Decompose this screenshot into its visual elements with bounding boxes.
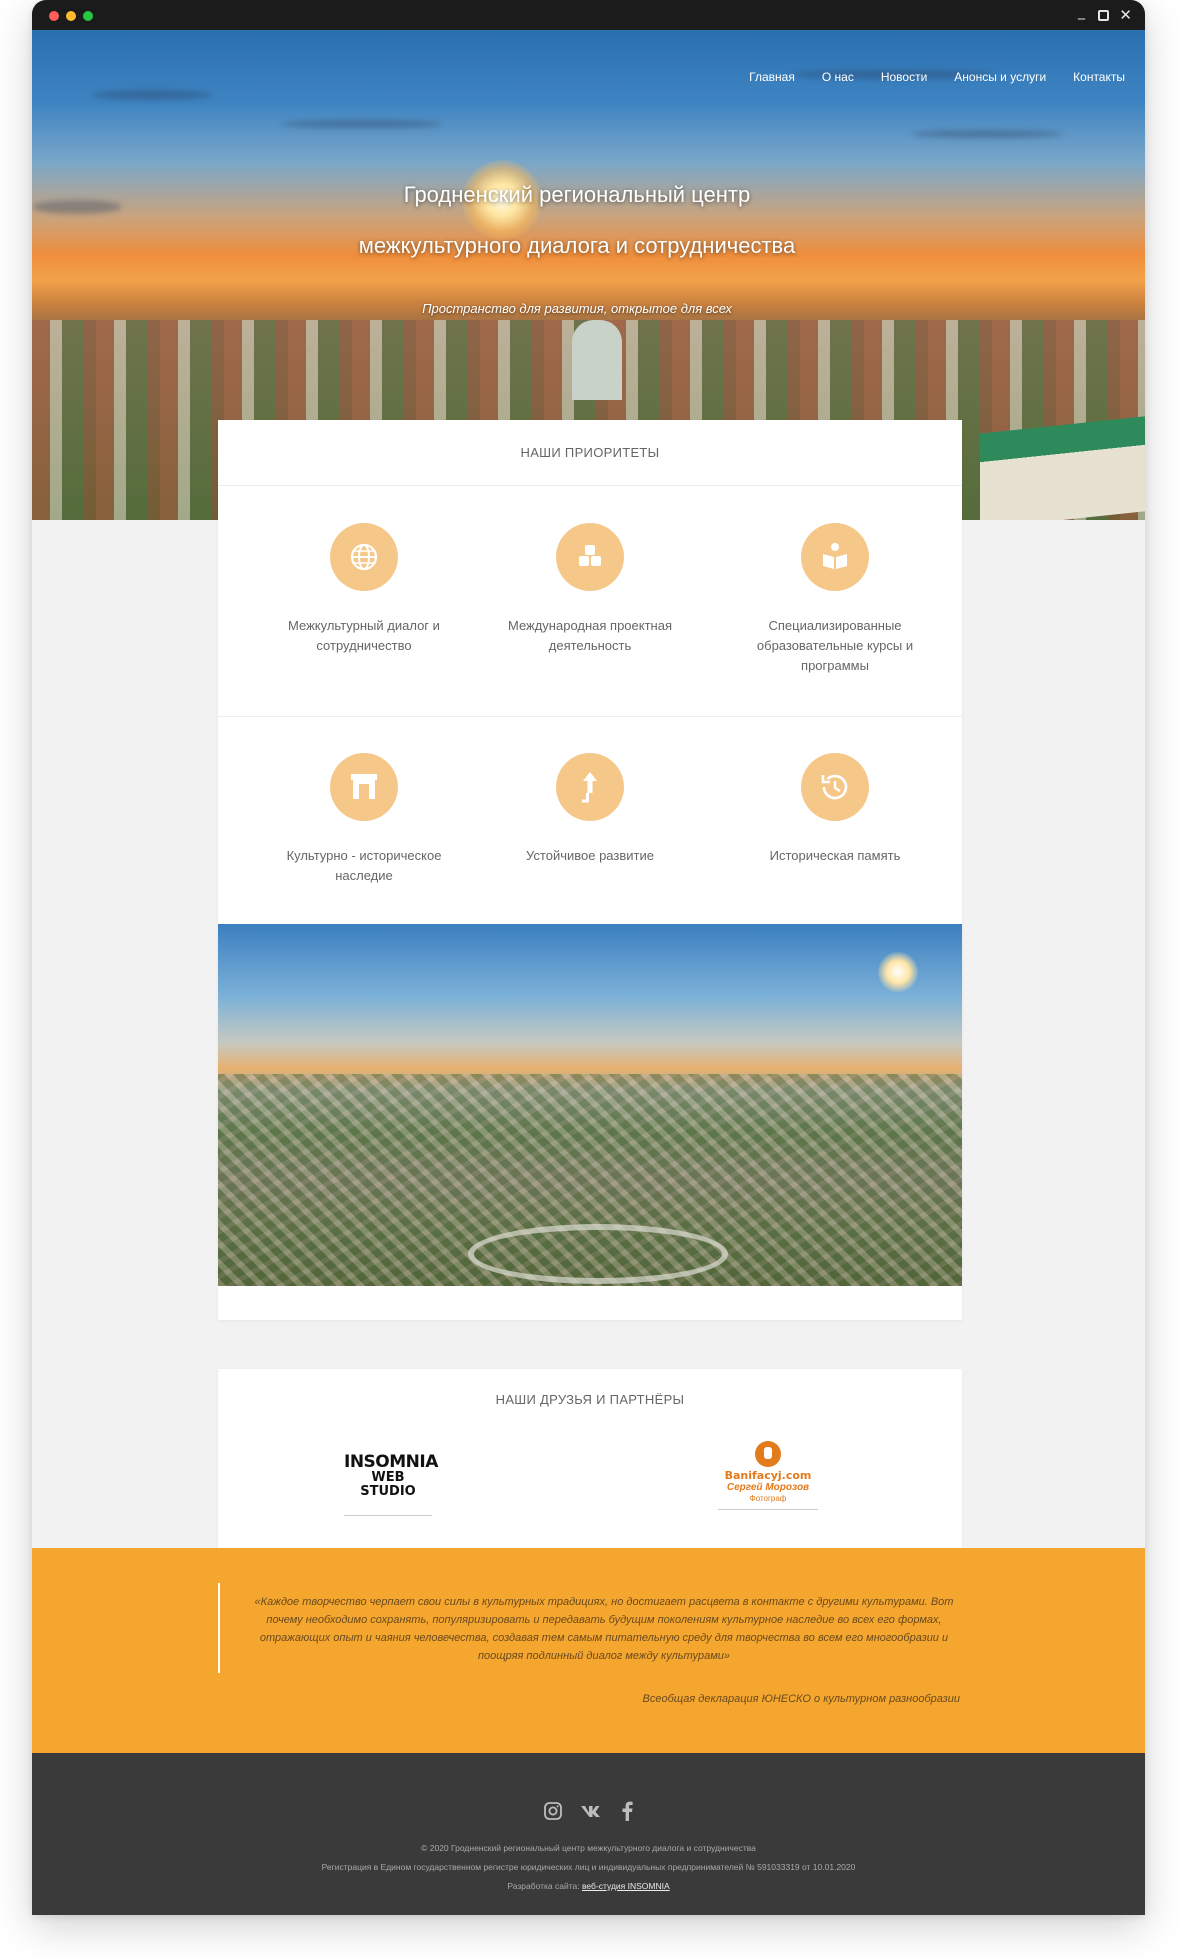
history-icon — [801, 753, 869, 821]
banifacyj-author: Сергей Морозов — [726, 1482, 810, 1493]
road-interchange — [468, 1224, 728, 1284]
priority-item[interactable]: Историческая память — [735, 717, 935, 866]
cloud — [32, 200, 122, 214]
quote-section: «Каждое творчество черпает свои силы в к… — [32, 1548, 1145, 1753]
maximize-icon[interactable] — [1098, 10, 1109, 21]
hero-subtitle: Пространство для развития, открытое для … — [422, 301, 732, 316]
hero-title-line1: Гродненский региональный центр — [403, 182, 751, 207]
insomnia-logo-line1: INSOMNIA — [344, 1452, 438, 1472]
arrow-up-icon — [556, 753, 624, 821]
priority-label: Историческая память — [769, 848, 901, 863]
nav-contacts[interactable]: Контакты — [1073, 70, 1125, 84]
globe-icon — [330, 523, 398, 591]
insomnia-logo[interactable]: INSOMNIA WEB STUDIO — [344, 1452, 438, 1516]
minimize-icon[interactable]: _ — [1078, 3, 1085, 21]
city-panorama-image — [218, 924, 962, 1286]
cathedral — [572, 320, 622, 400]
banifacyj-name: Banifacyj.com — [724, 1469, 812, 1482]
browser-window: _ ✕ Главная О нас Новости Анонсы и услуг… — [32, 0, 1145, 1915]
priority-label: Устойчивое развитие — [526, 848, 654, 863]
nav-news[interactable]: Новости — [881, 70, 927, 84]
priority-label: Международная проектная деятельность — [507, 618, 673, 653]
quote-bar — [218, 1583, 220, 1673]
nav-about[interactable]: О нас — [822, 70, 854, 84]
cloud — [92, 90, 212, 100]
priorities-row: Межкультурный диалог и сотрудничество Ме… — [218, 487, 962, 717]
main-nav: Главная О нас Новости Анонсы и услуги Ко… — [722, 70, 1125, 84]
logo-divider — [718, 1509, 818, 1510]
priority-label: Культурно - историческое наследие — [286, 848, 442, 883]
close-icon[interactable]: ✕ — [1119, 6, 1132, 24]
partners-heading: НАШИ ДРУЗЬЯ И ПАРТНЁРЫ — [495, 1391, 685, 1407]
footer-developer: Разработка сайта: веб-студия INSOMNIA — [32, 1881, 1145, 1891]
green-roof-building — [980, 416, 1145, 520]
priority-label: Специализированные образовательные курсы… — [756, 618, 914, 673]
social-links — [32, 1801, 1145, 1821]
nav-home[interactable]: Главная — [749, 70, 795, 84]
banifacyj-logo[interactable]: Banifacyj.com Сергей Морозов Фотограф — [718, 1441, 818, 1510]
footer-copyright: © 2020 Гродненский региональный центр ме… — [421, 1843, 756, 1853]
nav-announcements[interactable]: Анонсы и услуги — [954, 70, 1046, 84]
priority-item[interactable]: Межкультурный диалог и сотрудничество — [264, 487, 464, 656]
banifacyj-role: Фотограф — [749, 1494, 787, 1503]
priority-item[interactable]: Специализированные образовательные курсы… — [735, 487, 935, 676]
footer: © 2020 Гродненский региональный центр ме… — [32, 1753, 1145, 1915]
instagram-icon[interactable] — [543, 1801, 563, 1821]
quote-source: Всеобщая декларация ЮНЕСКО о культурном … — [642, 1693, 961, 1705]
sun — [878, 952, 918, 992]
cloud — [912, 130, 1062, 138]
cubes-icon — [556, 523, 624, 591]
footer-dev-prefix: Разработка сайта: — [507, 1881, 580, 1891]
owl-icon — [755, 1441, 781, 1467]
minimize-window-dot[interactable] — [66, 11, 76, 21]
logo-divider — [344, 1515, 432, 1516]
zoom-window-dot[interactable] — [83, 11, 93, 21]
insomnia-logo-line2: WEB STUDIO — [360, 1470, 416, 1499]
priorities-heading: НАШИ ПРИОРИТЕТЫ — [218, 420, 962, 486]
arch-icon — [330, 753, 398, 821]
open-book-icon — [801, 523, 869, 591]
facebook-icon[interactable] — [620, 1801, 634, 1821]
vk-icon[interactable] — [580, 1801, 604, 1821]
footer-registration: Регистрация в Едином государственном рег… — [321, 1862, 856, 1872]
partners-section: НАШИ ДРУЗЬЯ И ПАРТНЁРЫ INSOMNIA WEB STUD… — [218, 1369, 962, 1549]
window-titlebar: _ ✕ — [32, 0, 1145, 30]
developer-link[interactable]: веб-студия INSOMNIA — [582, 1881, 670, 1891]
priorities-row: Культурно - историческое наследие Устойч… — [218, 717, 962, 947]
hero-title-line2: межкультурного диалога и сотрудничества — [358, 233, 796, 258]
cloud — [282, 120, 442, 128]
close-window-dot[interactable] — [49, 11, 59, 21]
priority-label: Межкультурный диалог и сотрудничество — [288, 618, 440, 653]
quote-text: «Каждое творчество черпает свои силы в к… — [254, 1596, 954, 1662]
priority-item[interactable]: Культурно - историческое наследие — [264, 717, 464, 886]
priority-item[interactable]: Устойчивое развитие — [490, 717, 690, 866]
priority-item[interactable]: Международная проектная деятельность — [490, 487, 690, 656]
